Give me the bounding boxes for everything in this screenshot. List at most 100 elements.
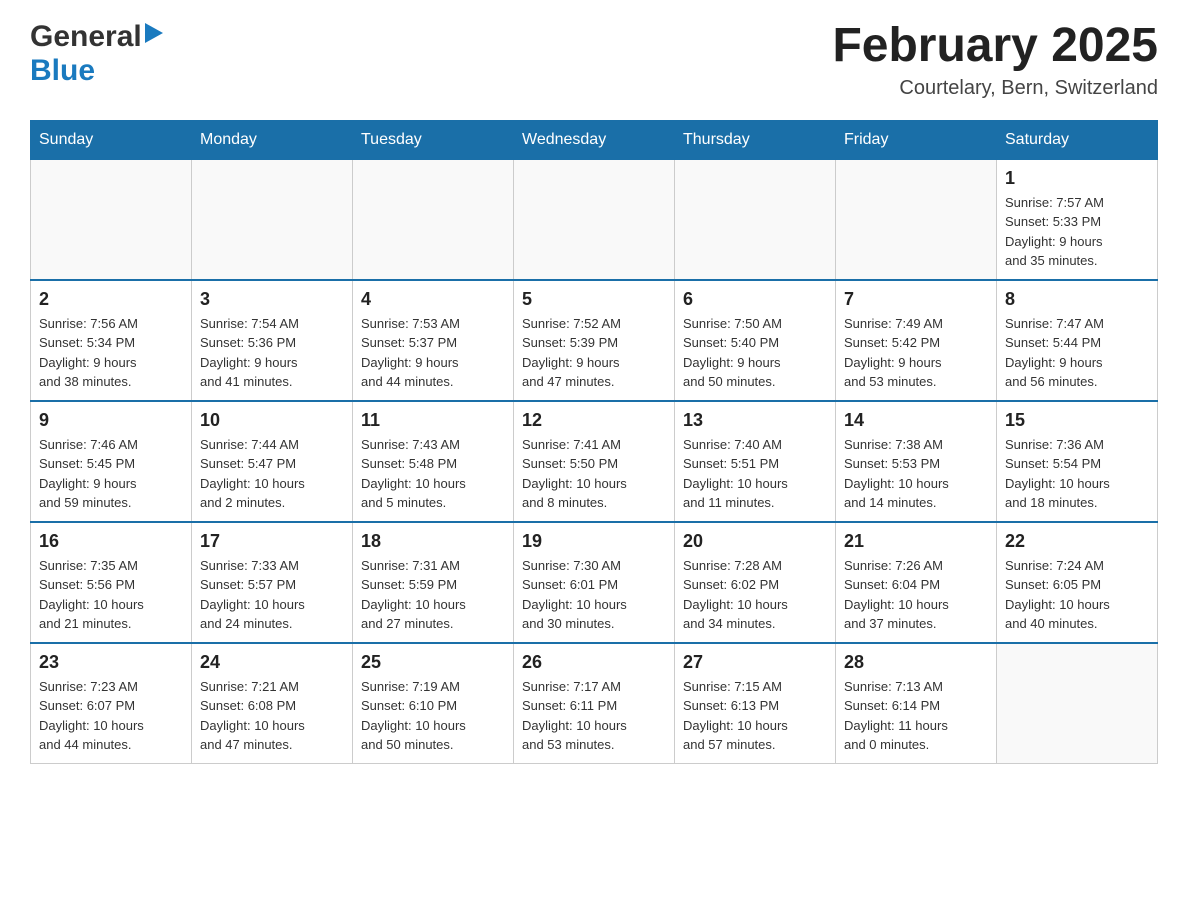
calendar-cell: 14 Sunrise: 7:38 AM Sunset: 5:53 PM Dayli… bbox=[836, 401, 997, 522]
calendar-cell: 5 Sunrise: 7:52 AM Sunset: 5:39 PM Daylig… bbox=[514, 280, 675, 401]
day-number: 10 bbox=[200, 410, 344, 431]
day-info: Sunrise: 7:15 AM Sunset: 6:13 PM Dayligh… bbox=[683, 677, 827, 755]
day-info: Sunrise: 7:23 AM Sunset: 6:07 PM Dayligh… bbox=[39, 677, 183, 755]
day-number: 22 bbox=[1005, 531, 1149, 552]
calendar-cell: 3 Sunrise: 7:54 AM Sunset: 5:36 PM Daylig… bbox=[192, 280, 353, 401]
day-info: Sunrise: 7:26 AM Sunset: 6:04 PM Dayligh… bbox=[844, 556, 988, 634]
logo: General Blue bbox=[30, 20, 163, 88]
day-info: Sunrise: 7:52 AM Sunset: 5:39 PM Dayligh… bbox=[522, 314, 666, 392]
day-number: 15 bbox=[1005, 410, 1149, 431]
calendar-cell: 8Sunrise: 7:47 AM Sunset: 5:44 PM Daylig… bbox=[997, 280, 1158, 401]
day-number: 6 bbox=[683, 289, 827, 310]
calendar-cell: 12 Sunrise: 7:41 AM Sunset: 5:50 PM Dayli… bbox=[514, 401, 675, 522]
logo-general-text: General bbox=[30, 20, 142, 54]
weekday-header-sunday: Sunday bbox=[31, 120, 192, 159]
day-number: 28 bbox=[844, 652, 988, 673]
day-info: Sunrise: 7:19 AM Sunset: 6:10 PM Dayligh… bbox=[361, 677, 505, 755]
calendar-cell bbox=[514, 159, 675, 280]
calendar-cell: 23 Sunrise: 7:23 AM Sunset: 6:07 PM Dayli… bbox=[31, 643, 192, 764]
day-number: 27 bbox=[683, 652, 827, 673]
calendar-cell: 18 Sunrise: 7:31 AM Sunset: 5:59 PM Dayli… bbox=[353, 522, 514, 643]
day-info: Sunrise: 7:54 AM Sunset: 5:36 PM Dayligh… bbox=[200, 314, 344, 392]
calendar-week-5: 23 Sunrise: 7:23 AM Sunset: 6:07 PM Dayli… bbox=[31, 643, 1158, 764]
calendar-cell: 7Sunrise: 7:49 AM Sunset: 5:42 PM Daylig… bbox=[836, 280, 997, 401]
calendar-week-4: 16 Sunrise: 7:35 AM Sunset: 5:56 PM Dayli… bbox=[31, 522, 1158, 643]
day-info: Sunrise: 7:21 AM Sunset: 6:08 PM Dayligh… bbox=[200, 677, 344, 755]
calendar-cell: 19 Sunrise: 7:30 AM Sunset: 6:01 PM Dayli… bbox=[514, 522, 675, 643]
day-number: 12 bbox=[522, 410, 666, 431]
day-info: Sunrise: 7:30 AM Sunset: 6:01 PM Dayligh… bbox=[522, 556, 666, 634]
calendar-cell bbox=[836, 159, 997, 280]
day-number: 9 bbox=[39, 410, 183, 431]
day-info: Sunrise: 7:31 AM Sunset: 5:59 PM Dayligh… bbox=[361, 556, 505, 634]
calendar-week-3: 9 Sunrise: 7:46 AM Sunset: 5:45 PM Daylig… bbox=[31, 401, 1158, 522]
calendar-cell: 9 Sunrise: 7:46 AM Sunset: 5:45 PM Daylig… bbox=[31, 401, 192, 522]
weekday-header-monday: Monday bbox=[192, 120, 353, 159]
location-text: Courtelary, Bern, Switzerland bbox=[832, 77, 1158, 100]
calendar-cell: 27 Sunrise: 7:15 AM Sunset: 6:13 PM Dayli… bbox=[675, 643, 836, 764]
calendar-cell: 13Sunrise: 7:40 AM Sunset: 5:51 PM Dayli… bbox=[675, 401, 836, 522]
day-number: 5 bbox=[522, 289, 666, 310]
day-info: Sunrise: 7:13 AM Sunset: 6:14 PM Dayligh… bbox=[844, 677, 988, 755]
logo-arrow-icon bbox=[145, 23, 163, 48]
calendar-week-1: 1Sunrise: 7:57 AM Sunset: 5:33 PM Daylig… bbox=[31, 159, 1158, 280]
day-number: 14 bbox=[844, 410, 988, 431]
calendar-cell: 2 Sunrise: 7:56 AM Sunset: 5:34 PM Daylig… bbox=[31, 280, 192, 401]
calendar-cell: 10 Sunrise: 7:44 AM Sunset: 5:47 PM Dayli… bbox=[192, 401, 353, 522]
day-info: Sunrise: 7:41 AM Sunset: 5:50 PM Dayligh… bbox=[522, 435, 666, 513]
calendar-cell bbox=[31, 159, 192, 280]
calendar-cell bbox=[675, 159, 836, 280]
calendar-cell: 1Sunrise: 7:57 AM Sunset: 5:33 PM Daylig… bbox=[997, 159, 1158, 280]
calendar-week-2: 2 Sunrise: 7:56 AM Sunset: 5:34 PM Daylig… bbox=[31, 280, 1158, 401]
day-info: Sunrise: 7:33 AM Sunset: 5:57 PM Dayligh… bbox=[200, 556, 344, 634]
page-header: General Blue February 2025 Courtelary, B… bbox=[30, 20, 1158, 100]
calendar-cell bbox=[192, 159, 353, 280]
calendar-cell: 15 Sunrise: 7:36 AM Sunset: 5:54 PM Dayli… bbox=[997, 401, 1158, 522]
day-info: Sunrise: 7:46 AM Sunset: 5:45 PM Dayligh… bbox=[39, 435, 183, 513]
calendar-cell: 4Sunrise: 7:53 AM Sunset: 5:37 PM Daylig… bbox=[353, 280, 514, 401]
day-number: 17 bbox=[200, 531, 344, 552]
calendar-cell: 26 Sunrise: 7:17 AM Sunset: 6:11 PM Dayli… bbox=[514, 643, 675, 764]
day-info: Sunrise: 7:53 AM Sunset: 5:37 PM Dayligh… bbox=[361, 314, 505, 392]
day-info: Sunrise: 7:56 AM Sunset: 5:34 PM Dayligh… bbox=[39, 314, 183, 392]
weekday-header-saturday: Saturday bbox=[997, 120, 1158, 159]
calendar-cell: 6 Sunrise: 7:50 AM Sunset: 5:40 PM Daylig… bbox=[675, 280, 836, 401]
calendar-cell: 21 Sunrise: 7:26 AM Sunset: 6:04 PM Dayli… bbox=[836, 522, 997, 643]
day-info: Sunrise: 7:44 AM Sunset: 5:47 PM Dayligh… bbox=[200, 435, 344, 513]
day-number: 18 bbox=[361, 531, 505, 552]
day-number: 3 bbox=[200, 289, 344, 310]
day-info: Sunrise: 7:36 AM Sunset: 5:54 PM Dayligh… bbox=[1005, 435, 1149, 513]
day-number: 11 bbox=[361, 410, 505, 431]
weekday-header-tuesday: Tuesday bbox=[353, 120, 514, 159]
day-number: 16 bbox=[39, 531, 183, 552]
weekday-header-friday: Friday bbox=[836, 120, 997, 159]
calendar-header-row: SundayMondayTuesdayWednesdayThursdayFrid… bbox=[31, 120, 1158, 159]
day-number: 2 bbox=[39, 289, 183, 310]
calendar-cell: 24 Sunrise: 7:21 AM Sunset: 6:08 PM Dayli… bbox=[192, 643, 353, 764]
day-number: 1 bbox=[1005, 168, 1149, 189]
calendar-cell bbox=[997, 643, 1158, 764]
day-info: Sunrise: 7:40 AM Sunset: 5:51 PM Dayligh… bbox=[683, 435, 827, 513]
day-number: 21 bbox=[844, 531, 988, 552]
calendar-cell: 25Sunrise: 7:19 AM Sunset: 6:10 PM Dayli… bbox=[353, 643, 514, 764]
calendar-cell: 17 Sunrise: 7:33 AM Sunset: 5:57 PM Dayli… bbox=[192, 522, 353, 643]
day-number: 24 bbox=[200, 652, 344, 673]
day-info: Sunrise: 7:28 AM Sunset: 6:02 PM Dayligh… bbox=[683, 556, 827, 634]
day-info: Sunrise: 7:47 AM Sunset: 5:44 PM Dayligh… bbox=[1005, 314, 1149, 392]
title-area: February 2025 Courtelary, Bern, Switzerl… bbox=[832, 20, 1158, 100]
day-number: 19 bbox=[522, 531, 666, 552]
day-info: Sunrise: 7:35 AM Sunset: 5:56 PM Dayligh… bbox=[39, 556, 183, 634]
weekday-header-thursday: Thursday bbox=[675, 120, 836, 159]
day-number: 26 bbox=[522, 652, 666, 673]
day-info: Sunrise: 7:43 AM Sunset: 5:48 PM Dayligh… bbox=[361, 435, 505, 513]
day-info: Sunrise: 7:49 AM Sunset: 5:42 PM Dayligh… bbox=[844, 314, 988, 392]
calendar-cell bbox=[353, 159, 514, 280]
calendar-cell: 22Sunrise: 7:24 AM Sunset: 6:05 PM Dayli… bbox=[997, 522, 1158, 643]
day-info: Sunrise: 7:17 AM Sunset: 6:11 PM Dayligh… bbox=[522, 677, 666, 755]
day-number: 23 bbox=[39, 652, 183, 673]
day-info: Sunrise: 7:38 AM Sunset: 5:53 PM Dayligh… bbox=[844, 435, 988, 513]
day-info: Sunrise: 7:50 AM Sunset: 5:40 PM Dayligh… bbox=[683, 314, 827, 392]
month-title: February 2025 bbox=[832, 20, 1158, 73]
weekday-header-wednesday: Wednesday bbox=[514, 120, 675, 159]
calendar-cell: 20Sunrise: 7:28 AM Sunset: 6:02 PM Dayli… bbox=[675, 522, 836, 643]
